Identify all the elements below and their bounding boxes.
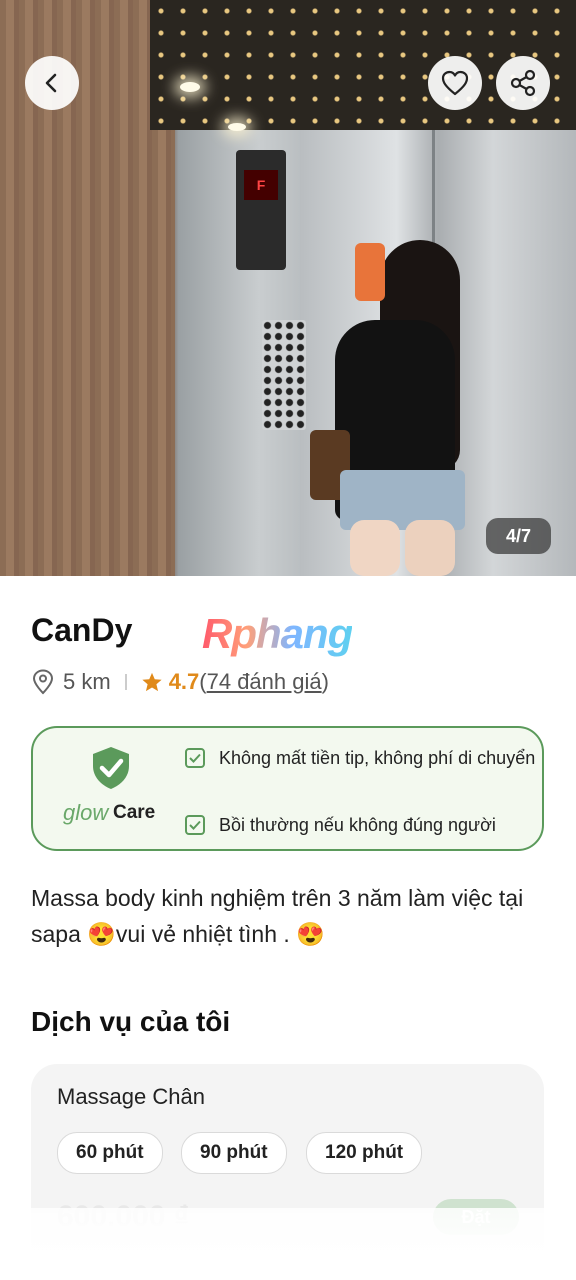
shield-check-icon [93,747,129,789]
favorite-button[interactable] [428,56,482,110]
guarantee-item: Không mất tiền tip, không phí di chuyển [185,744,535,772]
rating-value: 4.7 [168,669,200,694]
elevator-buttons [262,320,306,430]
provider-description: Massa body kinh nghiệm trên 3 năm làm vi… [31,885,524,947]
heart-icon [441,70,469,96]
location-pin-icon [32,669,54,695]
brand-logo: Rphang [202,610,353,657]
duration-option[interactable]: 90 phút [181,1132,287,1174]
duration-option[interactable]: 60 phút [57,1132,163,1174]
provider-name: CanDy [31,612,133,648]
services-title: Dịch vụ của tôi [31,1006,231,1037]
glowcare-logo: glow Care [33,728,183,849]
chevron-left-icon [45,73,57,93]
reviews-link[interactable]: 74 đánh giá [207,669,322,695]
profile-meta: 5 km 4.7 (74 đánh giá) [31,666,329,698]
checkbox-check-icon [185,748,205,768]
ceiling-light [180,82,200,92]
distance: 5 km [63,669,111,694]
share-button[interactable] [496,56,550,110]
photo-counter: 4/7 [486,518,551,554]
bottom-fade [0,1208,576,1280]
back-button[interactable] [25,56,79,110]
duration-option[interactable]: 120 phút [306,1132,423,1174]
glowcare-guarantee: glow Care Không mất tiền tip, không phí … [31,726,544,851]
profile-photo[interactable]: F [0,0,576,576]
floor-indicator: F [236,150,286,270]
checkbox-check-icon [185,815,205,835]
service-name: Massage Chân [57,1084,205,1109]
divider [124,674,127,690]
star-icon [142,672,162,692]
care-text: Care [113,802,156,823]
share-icon [510,69,536,97]
ceiling-light [228,123,246,131]
glow-text: glow [63,800,109,825]
guarantee-item: Bồi thường nếu không đúng người [185,811,496,839]
